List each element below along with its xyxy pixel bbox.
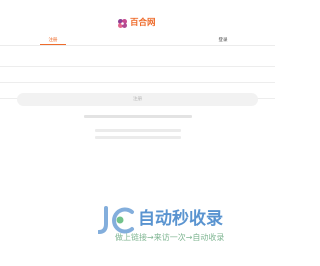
tab-login[interactable]: 登录	[214, 37, 232, 45]
auth-tabs: 注册 登录	[0, 37, 275, 49]
brand-logo[interactable]: 百合网	[117, 18, 156, 29]
register-button[interactable]: 注册	[17, 93, 258, 106]
footer-note-line-2	[0, 136, 275, 139]
lily-logo-icon	[118, 19, 127, 28]
tab-divider	[0, 45, 275, 46]
agreement-note	[0, 115, 275, 118]
header: 百合网	[0, 0, 275, 36]
watermark-subtitle: 做上链接→来访一次→自动收录	[115, 232, 224, 242]
footer-note-line-1	[0, 129, 275, 132]
tab-active-indicator	[40, 44, 66, 45]
register-field-2[interactable]	[0, 67, 275, 83]
jc-logo-mark-icon	[98, 206, 134, 234]
auto-index-watermark: 自动秒收录 做上链接→来访一次→自动收录	[98, 206, 224, 242]
watermark-title: 自动秒收录	[138, 208, 223, 229]
brand-name: 百合网	[130, 18, 156, 28]
register-field-1[interactable]	[0, 51, 275, 67]
